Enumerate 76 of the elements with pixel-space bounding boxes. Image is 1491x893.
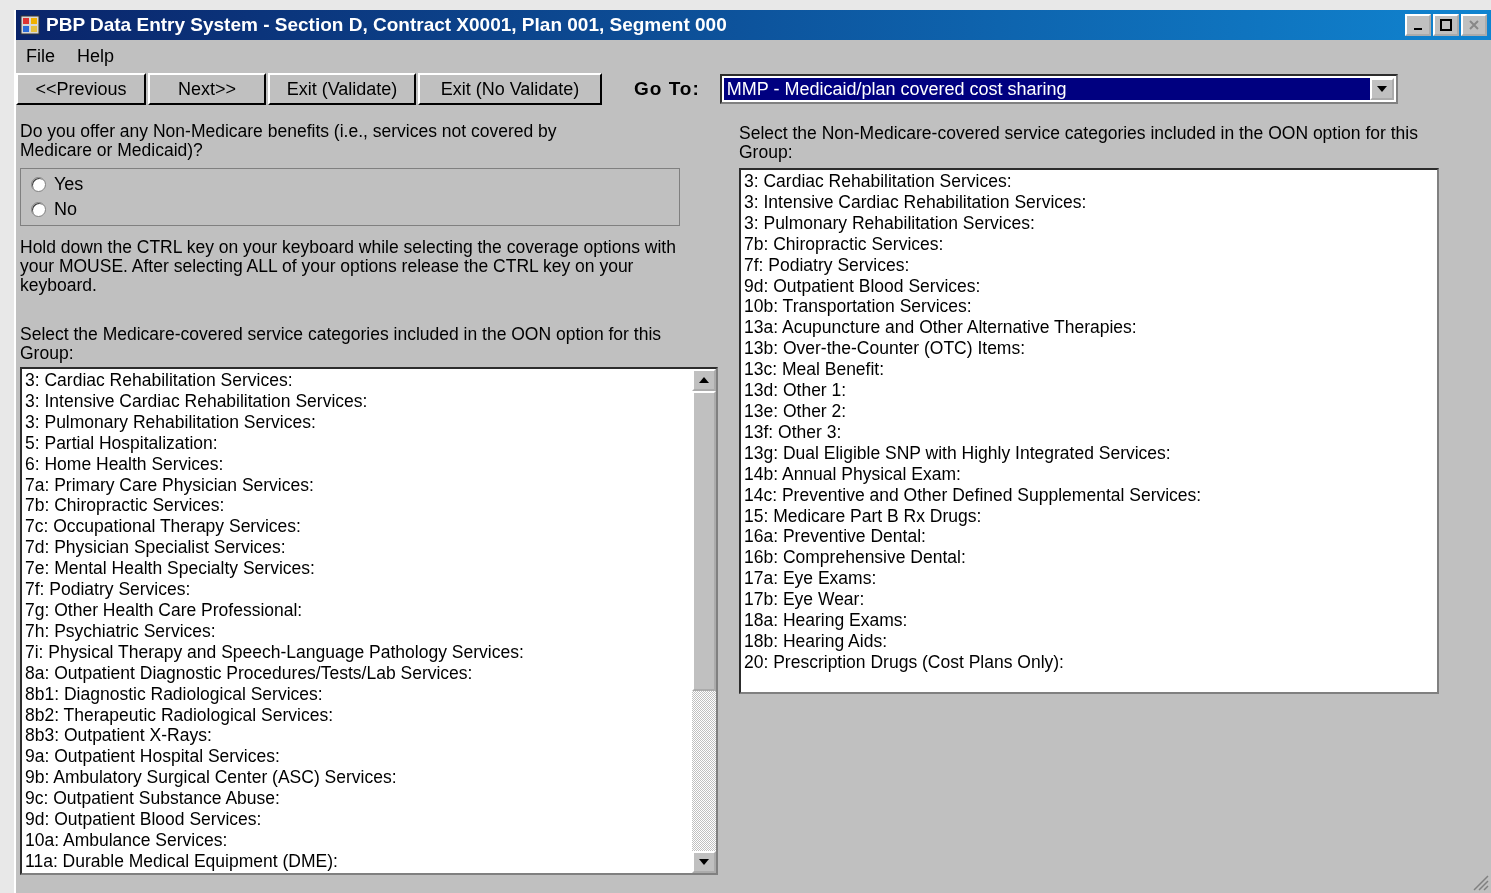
list-label: Select the Medicare-covered service categories included in the OON option for this Group: [20,325,662,363]
list-item[interactable]: 13c: Meal Benefit: [744,359,1434,381]
list-item[interactable]: 8b2: Therapeutic Radiological Services: [25,704,689,726]
scrollbar[interactable] [692,369,716,873]
radio-button[interactable] [31,202,46,217]
list-item[interactable]: 7b: Chiropractic Services: [25,495,689,517]
list-item[interactable]: 8b3: Outpatient X-Rays: [25,725,689,747]
list-item[interactable]: 9c: Outpatient Substance Abuse: [25,788,689,810]
toolbar-button[interactable]: Exit (Validate) [268,73,416,105]
list-item[interactable]: 18a: Hearing Exams: [744,610,1434,631]
toolbar-button[interactable]: Exit (No Validate) [418,73,602,105]
list-item[interactable]: 9a: Outpatient Hospital Services: [25,746,689,768]
list-item[interactable]: 13b: Over-the-Counter (OTC) Items: [744,338,1434,360]
list-item[interactable]: 13g: Dual Eligible SNP with Highly Integrated Services: [744,442,1434,464]
list-item[interactable]: 7h: Psychiatric Services: [25,620,689,642]
list-item[interactable]: 10a: Ambulance Services: [25,829,689,851]
minimize-button[interactable] [1405,14,1431,36]
list-item[interactable]: 17b: Eye Wear: [744,589,1434,611]
list-item[interactable]: 9d: Outpatient Blood Services: [744,275,1434,297]
list-item[interactable]: 7c: Occupational Therapy Services: [25,516,689,538]
list-item[interactable]: 9d: Outpatient Blood Services: [25,809,689,830]
list-item[interactable]: 13f: Other 3: [744,421,1434,443]
minimize-icon [1414,28,1422,30]
list-item[interactable]: 10b: Transportation Services: [744,296,1434,318]
list-item[interactable]: 3: Cardiac Rehabilitation Services: [744,171,1434,192]
list-item[interactable]: 6: Home Health Services: [25,453,689,475]
list-item[interactable]: 7d: Physician Specialist Services: [25,537,689,559]
scroll-thumb[interactable] [692,391,716,691]
radio-button[interactable] [31,177,46,192]
list-item[interactable]: 13e: Other 2: [744,400,1434,422]
list-item[interactable]: 14b: Annual Physical Exam: [744,463,1434,485]
app-icon [20,15,40,35]
menu-item[interactable]: File [26,45,55,67]
list-item[interactable]: 3: Pulmonary Rehabilitation Services: [744,212,1434,234]
list-item[interactable]: 13a: Acupuncture and Other Alternative Therapies: [744,317,1434,339]
maximize-button[interactable] [1433,14,1459,36]
list-item[interactable]: 8a: Outpatient Diagnostic Procedures/Tests/Lab Services: [25,662,689,684]
menu-item[interactable]: Help [77,45,115,67]
radio-label: No [54,199,77,220]
list-item[interactable]: 18b: Hearing Aids: [744,630,1434,652]
instructions-text: Hold down the CTRL key on your keyboard while selecting the coverage options with your MOUSE. After selecting ALL of your options release the CTRL key on your keyboard. [20,238,677,295]
list-item[interactable]: 3: Pulmonary Rehabilitation Services: [25,411,689,433]
list-item[interactable]: 7f: Podiatry Services: [25,579,689,600]
list-item[interactable]: 7a: Primary Care Physician Services: [25,474,689,496]
question-text: Do you offer any Non-Medicare benefits (i.e., services not covered by Medicare or Medicaid)? [20,122,558,160]
list-label: Select the Non-Medicare-covered service categories included in the OON option for this Group: [739,122,1419,162]
scroll-up-icon [699,377,709,383]
list-item[interactable]: 7g: Other Health Care Professional: [25,599,689,621]
list-item[interactable]: 20: Prescription Drugs (Cost Plans Only): [744,651,1434,673]
list-item[interactable]: 16a: Preventive Dental: [744,526,1434,548]
scroll-down-icon [699,859,709,865]
list-item[interactable]: 14c: Preventive and Other Defined Supplemental Services: [744,484,1434,506]
close-icon [1468,19,1480,31]
list-item[interactable]: 5: Partial Hospitalization: [25,432,689,454]
list-item[interactable]: 8b1: Diagnostic Radiological Services: [25,683,689,705]
maximize-icon [1440,19,1452,31]
list-item[interactable]: 7b: Chiropractic Services: [744,233,1434,255]
goto-dropdown[interactable]: MMP - Medicaid/plan covered cost sharing [719,74,1398,104]
list-item[interactable]: 17a: Eye Exams: [744,568,1434,590]
list-item[interactable]: 7e: Mental Health Specialty Services: [25,558,689,580]
window-title: PBP Data Entry System - Section D, Contract X0001, Plan 001, Segment 000 [46,14,727,36]
list-item[interactable]: 13d: Other 1: [744,380,1434,401]
list-item[interactable]: 9b: Ambulatory Surgical Center (ASC) Services: [25,767,689,789]
list-item[interactable]: 3: Cardiac Rehabilitation Services: [25,370,689,391]
list-item[interactable]: 11a: Durable Medical Equipment (DME): [25,850,689,872]
goto-label: Go To: [634,78,700,100]
list-item[interactable]: 16b: Comprehensive Dental: [744,547,1434,569]
toolbar-button[interactable]: Next>> [148,73,266,105]
list-item[interactable]: 15: Medicare Part B Rx Drugs: [744,505,1434,527]
list-item[interactable]: 7f: Podiatry Services: [744,254,1434,276]
toolbar-button[interactable]: <<Previous [16,73,146,105]
radio-label: Yes [54,174,84,195]
list-item[interactable]: 7i: Physical Therapy and Speech-Language Pathology Services: [25,641,689,663]
list-item[interactable]: 3: Intensive Cardiac Rehabilitation Services: [744,191,1434,213]
list-item[interactable]: 3: Intensive Cardiac Rehabilitation Services: [25,390,689,412]
dropdown-arrow-icon [1376,86,1387,92]
